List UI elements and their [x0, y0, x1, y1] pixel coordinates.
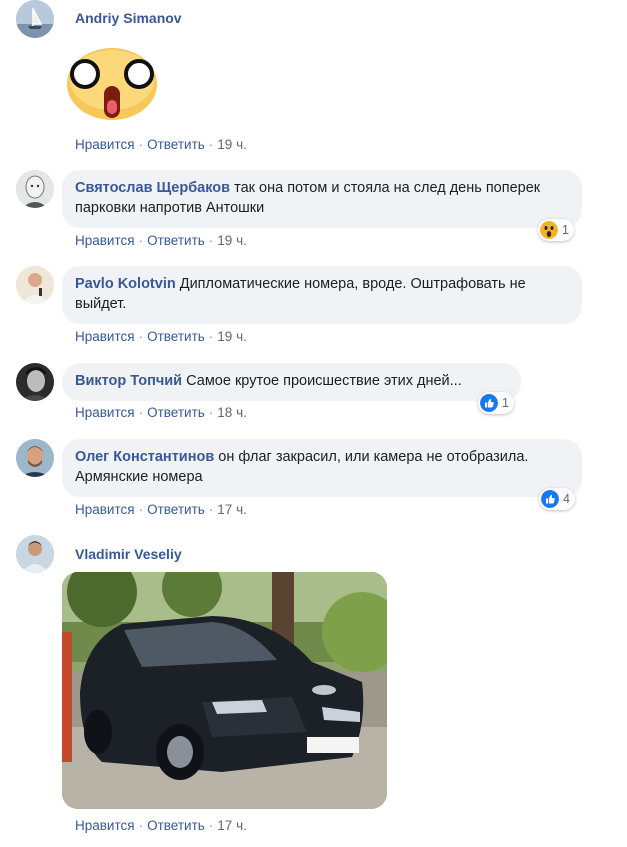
separator: ·: [208, 137, 214, 152]
like-link[interactable]: Нравится: [75, 405, 135, 420]
comment-bubble: Pavlo Kolotvin Дипломатические номера, в…: [62, 266, 582, 324]
separator: ·: [208, 405, 214, 420]
surprised-face-sticker: [66, 44, 158, 122]
comment-time[interactable]: 19 ч.: [217, 329, 247, 344]
like-link[interactable]: Нравится: [75, 233, 135, 248]
reply-link[interactable]: Ответить: [147, 502, 205, 517]
separator: ·: [138, 502, 144, 517]
comment-author[interactable]: Святослав Щербаков: [75, 180, 230, 196]
avatar[interactable]: [16, 439, 54, 477]
comment-time[interactable]: 19 ч.: [217, 137, 247, 152]
comment-author[interactable]: Pavlo Kolotvin: [75, 276, 176, 292]
reaction-count[interactable]: 1: [538, 219, 574, 241]
separator: ·: [138, 137, 144, 152]
comment-time[interactable]: 17 ч.: [217, 502, 247, 517]
separator: ·: [138, 818, 144, 833]
comment-author[interactable]: Виктор Топчий: [75, 373, 182, 389]
comment-time[interactable]: 17 ч.: [217, 818, 247, 833]
separator: ·: [208, 502, 214, 517]
like-link[interactable]: Нравится: [75, 329, 135, 344]
reply-link[interactable]: Ответить: [147, 405, 205, 420]
comment-actions: Нравится · Ответить · 18 ч.: [75, 405, 247, 420]
reaction-number: 1: [502, 396, 509, 410]
avatar[interactable]: [16, 170, 54, 208]
comment-actions: Нравится · Ответить · 17 ч.: [75, 502, 247, 517]
separator: ·: [208, 329, 214, 344]
comment-time[interactable]: 19 ч.: [217, 233, 247, 248]
separator: ·: [138, 405, 144, 420]
avatar-image: [16, 363, 54, 401]
wow-reaction-icon: [540, 221, 558, 239]
reply-link[interactable]: Ответить: [147, 233, 205, 248]
like-reaction-icon: [541, 490, 559, 508]
comment-bubble: Святослав Щербаков так она потом и стоял…: [62, 170, 582, 228]
separator: ·: [138, 329, 144, 344]
avatar[interactable]: [16, 266, 54, 304]
reply-link[interactable]: Ответить: [147, 137, 205, 152]
comment-author[interactable]: Andriy Simanov: [75, 10, 182, 26]
comment-author[interactable]: Олег Константинов: [75, 449, 214, 465]
avatar[interactable]: [16, 535, 54, 573]
avatar-image: [16, 535, 54, 573]
reaction-count[interactable]: 1: [478, 392, 514, 414]
comment-time[interactable]: 18 ч.: [217, 405, 247, 420]
comment-actions: Нравится · Ответить · 17 ч.: [75, 818, 247, 833]
like-link[interactable]: Нравится: [75, 502, 135, 517]
avatar-image: [16, 0, 54, 38]
reply-link[interactable]: Ответить: [147, 818, 205, 833]
like-link[interactable]: Нравится: [75, 137, 135, 152]
like-link[interactable]: Нравится: [75, 818, 135, 833]
reaction-number: 4: [563, 492, 570, 506]
avatar-image: [16, 170, 54, 208]
separator: ·: [208, 233, 214, 248]
separator: ·: [138, 233, 144, 248]
reaction-count[interactable]: 4: [539, 488, 575, 510]
comment-bubble: Виктор Топчий Самое крутое происшествие …: [62, 363, 521, 401]
avatar[interactable]: [16, 0, 54, 38]
car-photo[interactable]: [62, 572, 387, 809]
comment-actions: Нравится · Ответить · 19 ч.: [75, 233, 247, 248]
reply-link[interactable]: Ответить: [147, 329, 205, 344]
avatar-image: [16, 266, 54, 304]
like-reaction-icon: [480, 394, 498, 412]
avatar[interactable]: [16, 363, 54, 401]
comment-text: Самое крутое происшествие этих дней...: [186, 373, 462, 389]
avatar-image: [16, 439, 54, 477]
comment-actions: Нравится · Ответить · 19 ч.: [75, 137, 247, 152]
comment-bubble: Олег Константинов он флаг закрасил, или …: [62, 439, 582, 497]
reaction-number: 1: [562, 223, 569, 237]
comment-actions: Нравится · Ответить · 19 ч.: [75, 329, 247, 344]
separator: ·: [208, 818, 214, 833]
comment-author[interactable]: Vladimir Veseliy: [75, 546, 182, 562]
